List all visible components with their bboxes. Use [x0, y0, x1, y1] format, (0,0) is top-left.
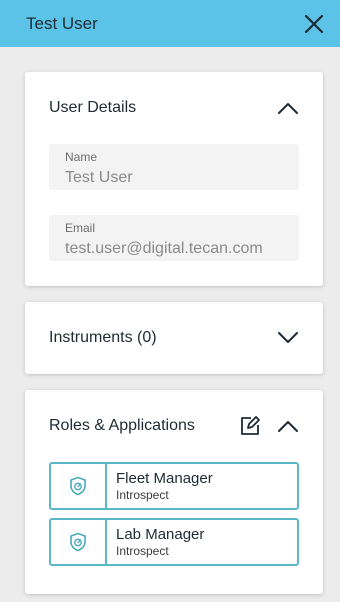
panel-title: Test User: [26, 13, 98, 33]
role-item-lab-manager[interactable]: Lab Manager Introspect: [49, 518, 299, 566]
edit-icon: [241, 416, 260, 435]
email-field-label: Email: [65, 221, 96, 235]
collapse-user-details-button[interactable]: [277, 97, 299, 119]
role-application: Introspect: [116, 544, 169, 558]
user-details-header[interactable]: User Details: [25, 72, 323, 144]
collapse-roles-button[interactable]: [277, 415, 299, 437]
user-details-card: User Details Name Test User Email test.u…: [25, 72, 323, 286]
close-button[interactable]: [302, 12, 326, 36]
roles-header[interactable]: Roles & Applications: [25, 390, 323, 462]
role-icon-container: [51, 520, 107, 564]
panel-header: Test User: [0, 0, 340, 47]
role-icon-container: [51, 464, 107, 508]
email-field-value: test.user@digital.tecan.com: [65, 240, 263, 257]
expand-instruments-button[interactable]: [277, 327, 299, 349]
role-application: Introspect: [116, 488, 169, 502]
edit-roles-button[interactable]: [239, 415, 261, 437]
chevron-up-icon: [278, 421, 298, 432]
email-field[interactable]: Email test.user@digital.tecan.com: [49, 215, 299, 261]
name-field-value: Test User: [65, 169, 133, 186]
user-details-title: User Details: [49, 99, 137, 116]
roles-title: Roles & Applications: [49, 417, 195, 434]
role-item-fleet-manager[interactable]: Fleet Manager Introspect: [49, 462, 299, 510]
name-field-label: Name: [65, 150, 98, 164]
instruments-header[interactable]: Instruments (0): [25, 302, 323, 374]
instruments-title: Instruments (0): [49, 329, 157, 346]
role-name: Fleet Manager: [116, 470, 213, 487]
shield-gauge-icon: [70, 532, 86, 552]
roles-card: Roles & Applications Fleet Manager Intro…: [25, 390, 323, 594]
chevron-down-icon: [278, 332, 298, 343]
chevron-up-icon: [278, 103, 298, 114]
role-name: Lab Manager: [116, 526, 205, 543]
instruments-card: Instruments (0): [25, 302, 323, 374]
name-field[interactable]: Name Test User: [49, 144, 299, 190]
shield-gauge-icon: [70, 476, 86, 496]
close-icon: [304, 14, 324, 33]
